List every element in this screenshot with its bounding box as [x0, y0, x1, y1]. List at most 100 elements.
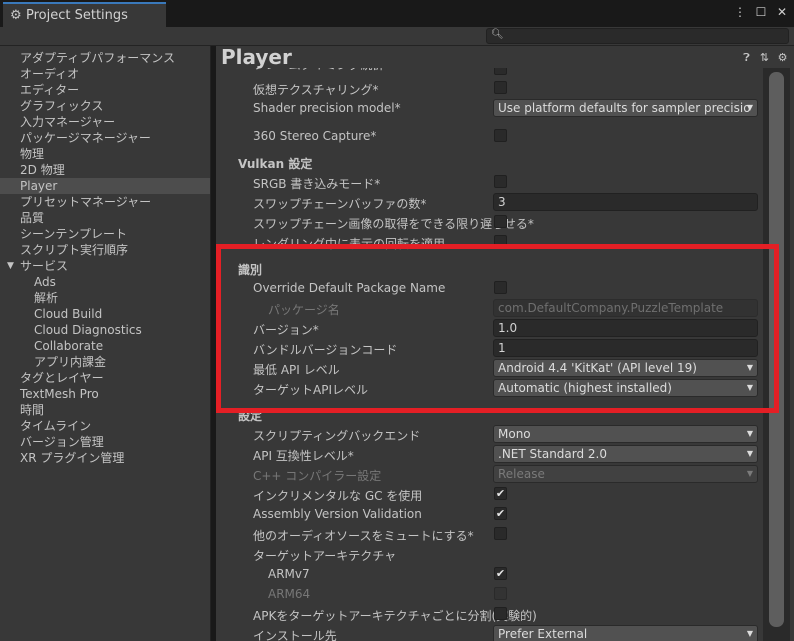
rendering-rotation-checkbox[interactable] [494, 235, 507, 248]
section-vulkan: Vulkan 設定 [238, 157, 313, 171]
section-configuration: 設定 [238, 409, 263, 423]
settings-icon[interactable]: ⚙ [777, 51, 788, 65]
shader-precision-dropdown[interactable]: Use platform defaults for sampler precis… [493, 99, 758, 117]
armv7-checkbox[interactable]: ✔ [494, 567, 507, 580]
close-icon[interactable]: ✕ [776, 5, 788, 19]
sidebar-item-ads[interactable]: Ads [0, 274, 210, 290]
row-incremental-gc: インクリメンタルな GC を使用 ✔ [253, 487, 507, 503]
window-title: Project Settings [26, 8, 128, 23]
toolbar: 🔍︎ [0, 27, 794, 46]
checkmark-icon: ✔ [495, 567, 506, 580]
row-rendering-rotation: レンダリング中に表示の回転を適用 [216, 232, 776, 252]
chevron-down-icon: ▼ [746, 469, 753, 478]
row-override-package: Override Default Package Name [216, 278, 776, 298]
row-srgb-write: SRGB 書き込みモード* [216, 172, 776, 192]
settings-category-list: アダプティブパフォーマンス オーディオ エディター グラフィックス 入力マネージ… [0, 46, 211, 641]
row-swapchain-buffers: スワップチェーンバッファの数* 3 [216, 192, 776, 212]
sidebar-item-quality[interactable]: 品質 [0, 210, 210, 226]
swapchain-delay-checkbox[interactable] [494, 215, 507, 228]
sidebar-item-script-execution-order[interactable]: スクリプト実行順序 [0, 242, 210, 258]
checkmark-icon: ✔ [495, 507, 506, 520]
player-settings-panel: フレームタイミング統計 仮想テクスチャリング* Shader precision… [216, 46, 794, 641]
gear-icon: ⚙ [10, 7, 22, 23]
scrollbar-thumb[interactable] [769, 72, 784, 627]
sidebar-item-xr-plugin-management[interactable]: XR プラグイン管理 [0, 450, 210, 466]
arm64-checkbox [494, 587, 507, 600]
search-input[interactable]: 🔍︎ [486, 28, 789, 44]
vertical-scrollbar[interactable] [763, 68, 790, 641]
row-target-api: ターゲットAPIレベル Automatic (highest installed… [216, 378, 776, 398]
scripting-backend-dropdown[interactable]: Mono ▼ [493, 425, 758, 443]
sidebar-item-physics-2d[interactable]: 2D 物理 [0, 162, 210, 178]
header-icons: ❓︎ ⇅ ⚙ [741, 51, 788, 65]
install-location-dropdown[interactable]: Prefer External ▼ [493, 625, 758, 641]
row-package-name: パッケージ名 com.DefaultCompany.PuzzleTemplate [216, 298, 776, 318]
mute-audio-checkbox[interactable] [494, 527, 507, 540]
chevron-down-icon: ▼ [746, 383, 753, 392]
sidebar-item-services[interactable]: ▼ サービス [0, 258, 210, 274]
row-mute-audio: 他のオーディオソースをミュートにする* [216, 524, 776, 544]
row-install-location: インストール先 Prefer External ▼ [216, 624, 776, 641]
sidebar-item-player[interactable]: Player [0, 178, 210, 194]
window-controls: ⋮ ☐ ✕ [734, 5, 788, 19]
row-version: バージョン* 1.0 [216, 318, 776, 338]
incremental-gc-checkbox[interactable]: ✔ [494, 487, 507, 500]
sidebar-item-textmesh-pro[interactable]: TextMesh Pro [0, 386, 210, 402]
sidebar-item-collaborate[interactable]: Collaborate [0, 338, 210, 354]
sidebar-item-preset-manager[interactable]: プリセットマネージャー [0, 194, 210, 210]
srgb-write-checkbox[interactable] [494, 175, 507, 188]
row-arm64: ARM64 [216, 584, 776, 604]
sidebar-item-tags-and-layers[interactable]: タグとレイヤー [0, 370, 210, 386]
chevron-down-icon: ▼ [746, 449, 753, 458]
sidebar-item-time[interactable]: 時間 [0, 402, 210, 418]
sidebar-item-scene-template[interactable]: シーンテンプレート [0, 226, 210, 242]
row-split-apk: APKをターゲットアーキテクチャごとに分割(実験的) [253, 607, 537, 623]
sidebar-item-analytics[interactable]: 解析 [0, 290, 210, 306]
page-title: Player [221, 46, 292, 69]
target-api-dropdown[interactable]: Automatic (highest installed) ▼ [493, 379, 758, 397]
panel-header: Player ❓︎ ⇅ ⚙ [216, 46, 794, 69]
version-field[interactable]: 1.0 [493, 319, 758, 337]
section-identification: 識別 [238, 263, 263, 277]
sidebar-item-audio[interactable]: オーディオ [0, 66, 210, 82]
swapchain-buffers-field[interactable]: 3 [493, 193, 758, 211]
row-api-compat: API 互換性レベル* .NET Standard 2.0 ▼ [216, 444, 776, 464]
chevron-down-icon: ▼ [746, 103, 753, 112]
row-swapchain-delay: スワップチェーン画像の取得をできる限り遅らせる* [253, 215, 534, 231]
menu-icon[interactable]: ⋮ [734, 5, 746, 19]
window-tab[interactable]: ⚙ Project Settings [3, 2, 166, 27]
help-icon[interactable]: ❓︎ [741, 51, 752, 65]
override-package-checkbox[interactable] [494, 281, 507, 294]
min-api-dropdown[interactable]: Android 4.4 'KitKat' (API level 19) ▼ [493, 359, 758, 377]
sidebar-item-cloud-diagnostics[interactable]: Cloud Diagnostics [0, 322, 210, 338]
checkmark-icon: ✔ [495, 487, 506, 500]
expand-arrow-icon[interactable]: ▼ [7, 258, 14, 274]
chevron-down-icon: ▼ [746, 363, 753, 372]
api-compat-dropdown[interactable]: .NET Standard 2.0 ▼ [493, 445, 758, 463]
chevron-down-icon: ▼ [746, 629, 753, 638]
sidebar-item-package-manager[interactable]: パッケージマネージャー [0, 130, 210, 146]
sidebar-item-input-manager[interactable]: 入力マネージャー [0, 114, 210, 130]
sidebar-item-timeline[interactable]: タイムライン [0, 418, 210, 434]
row-target-arch: ターゲットアーキテクチャ [253, 549, 397, 563]
sidebar-item-physics[interactable]: 物理 [0, 146, 210, 162]
title-bar: ⚙ Project Settings ⋮ ☐ ✕ [0, 0, 794, 27]
row-cpp-compiler: C++ コンパイラー設定 Release ▼ [216, 464, 776, 484]
split-apk-checkbox[interactable] [494, 607, 507, 620]
bundle-version-field[interactable]: 1 [493, 339, 758, 357]
sidebar-item-adaptive-performance[interactable]: アダプティブパフォーマンス [0, 50, 210, 66]
sidebar-item-graphics[interactable]: グラフィックス [0, 98, 210, 114]
sidebar-item-editor[interactable]: エディター [0, 82, 210, 98]
assembly-validation-checkbox[interactable]: ✔ [494, 507, 507, 520]
sidebar-item-cloud-build[interactable]: Cloud Build [0, 306, 210, 322]
virtual-texturing-checkbox[interactable] [494, 81, 507, 94]
row-shader-precision: Shader precision model* Use platform def… [216, 98, 776, 118]
row-armv7: ARMv7 ✔ [268, 567, 507, 581]
presets-icon[interactable]: ⇅ [759, 51, 770, 65]
chevron-down-icon: ▼ [746, 429, 753, 438]
package-name-field: com.DefaultCompany.PuzzleTemplate [493, 299, 758, 317]
stereo-capture-checkbox[interactable] [494, 129, 507, 142]
maximize-icon[interactable]: ☐ [755, 5, 767, 19]
sidebar-item-in-app-purchasing[interactable]: アプリ内課金 [0, 354, 210, 370]
sidebar-item-version-control[interactable]: バージョン管理 [0, 434, 210, 450]
